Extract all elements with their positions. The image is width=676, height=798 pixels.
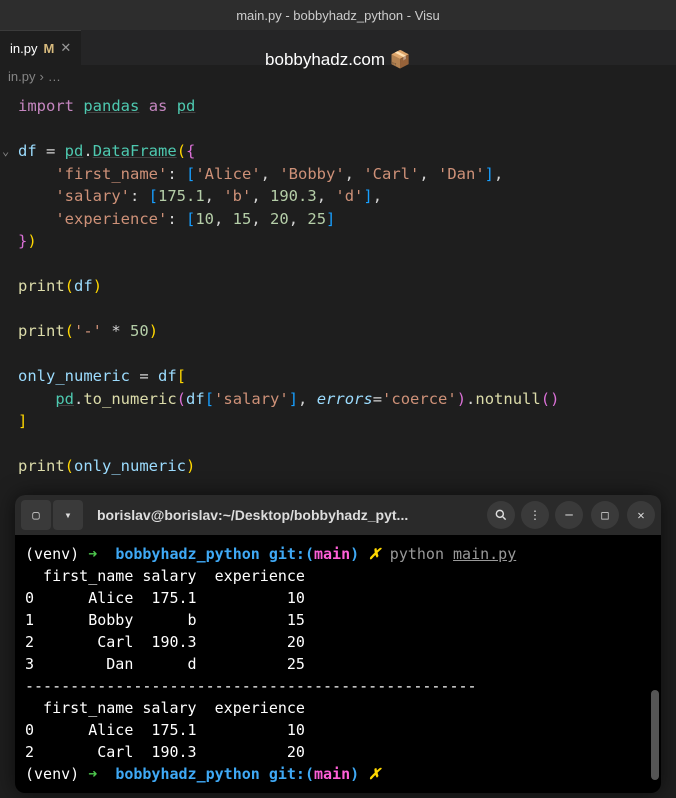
- terminal-title: borislav@borislav:~/Desktop/bobbyhadz_py…: [89, 507, 481, 523]
- output-row: 0 Alice 175.1 10: [25, 721, 305, 739]
- var-only-numeric: only_numeric: [18, 367, 130, 385]
- site-banner: bobbyhadz.com 📦: [0, 50, 676, 70]
- output-row: 3 Dan d 25: [25, 655, 305, 673]
- window-controls: ─ □ ✕: [555, 501, 655, 529]
- menu-icon[interactable]: ⋮: [521, 501, 549, 529]
- fold-chevron-icon[interactable]: ⌄: [2, 140, 9, 163]
- breadcrumb-sep: ›: [39, 69, 43, 84]
- window-title-bar: main.py - bobbyhadz_python - Visu: [0, 0, 676, 30]
- dropdown-button[interactable]: ▾: [53, 500, 83, 530]
- output-row: 2 Carl 190.3 20: [25, 633, 305, 651]
- breadcrumb-file: in.py: [8, 69, 35, 84]
- terminal-title-bar: ▢ ▾ borislav@borislav:~/Desktop/bobbyhad…: [15, 495, 661, 535]
- cls-dataframe: DataFrame: [93, 142, 177, 160]
- fn-to-numeric: to_numeric: [83, 390, 176, 408]
- maximize-icon[interactable]: □: [591, 501, 619, 529]
- kw-as: as: [149, 97, 168, 115]
- minimize-icon[interactable]: ─: [555, 501, 583, 529]
- search-icon[interactable]: [487, 501, 515, 529]
- terminal-left-buttons: ▢ ▾: [21, 500, 83, 530]
- terminal-scrollbar[interactable]: [649, 550, 659, 783]
- alias-pd: pd: [177, 97, 196, 115]
- fn-print: print: [18, 277, 65, 295]
- scrollbar-thumb[interactable]: [651, 690, 659, 780]
- output-row: 1 Bobby b 15: [25, 611, 305, 629]
- output-divider: ----------------------------------------…: [25, 677, 477, 695]
- mod-pandas: pandas: [83, 97, 139, 115]
- breadcrumb-more: …: [48, 69, 61, 84]
- output-header: first_name salary experience: [25, 567, 305, 585]
- close-window-icon[interactable]: ✕: [627, 501, 655, 529]
- output-header: first_name salary experience: [25, 699, 305, 717]
- terminal-window: ▢ ▾ borislav@borislav:~/Desktop/bobbyhad…: [15, 495, 661, 793]
- terminal-body[interactable]: (venv) ➜ bobbyhadz_python git:(main) ✗ p…: [15, 535, 661, 793]
- code-editor[interactable]: import pandas as pd ⌄df = pd.DataFrame({…: [0, 87, 676, 486]
- new-tab-button[interactable]: ▢: [21, 500, 51, 530]
- window-title: main.py - bobbyhadz_python - Visu: [236, 8, 440, 23]
- output-row: 0 Alice 175.1 10: [25, 589, 305, 607]
- output-row: 2 Carl 190.3 20: [25, 743, 305, 761]
- kw-import: import: [18, 97, 74, 115]
- var-df: df: [18, 142, 37, 160]
